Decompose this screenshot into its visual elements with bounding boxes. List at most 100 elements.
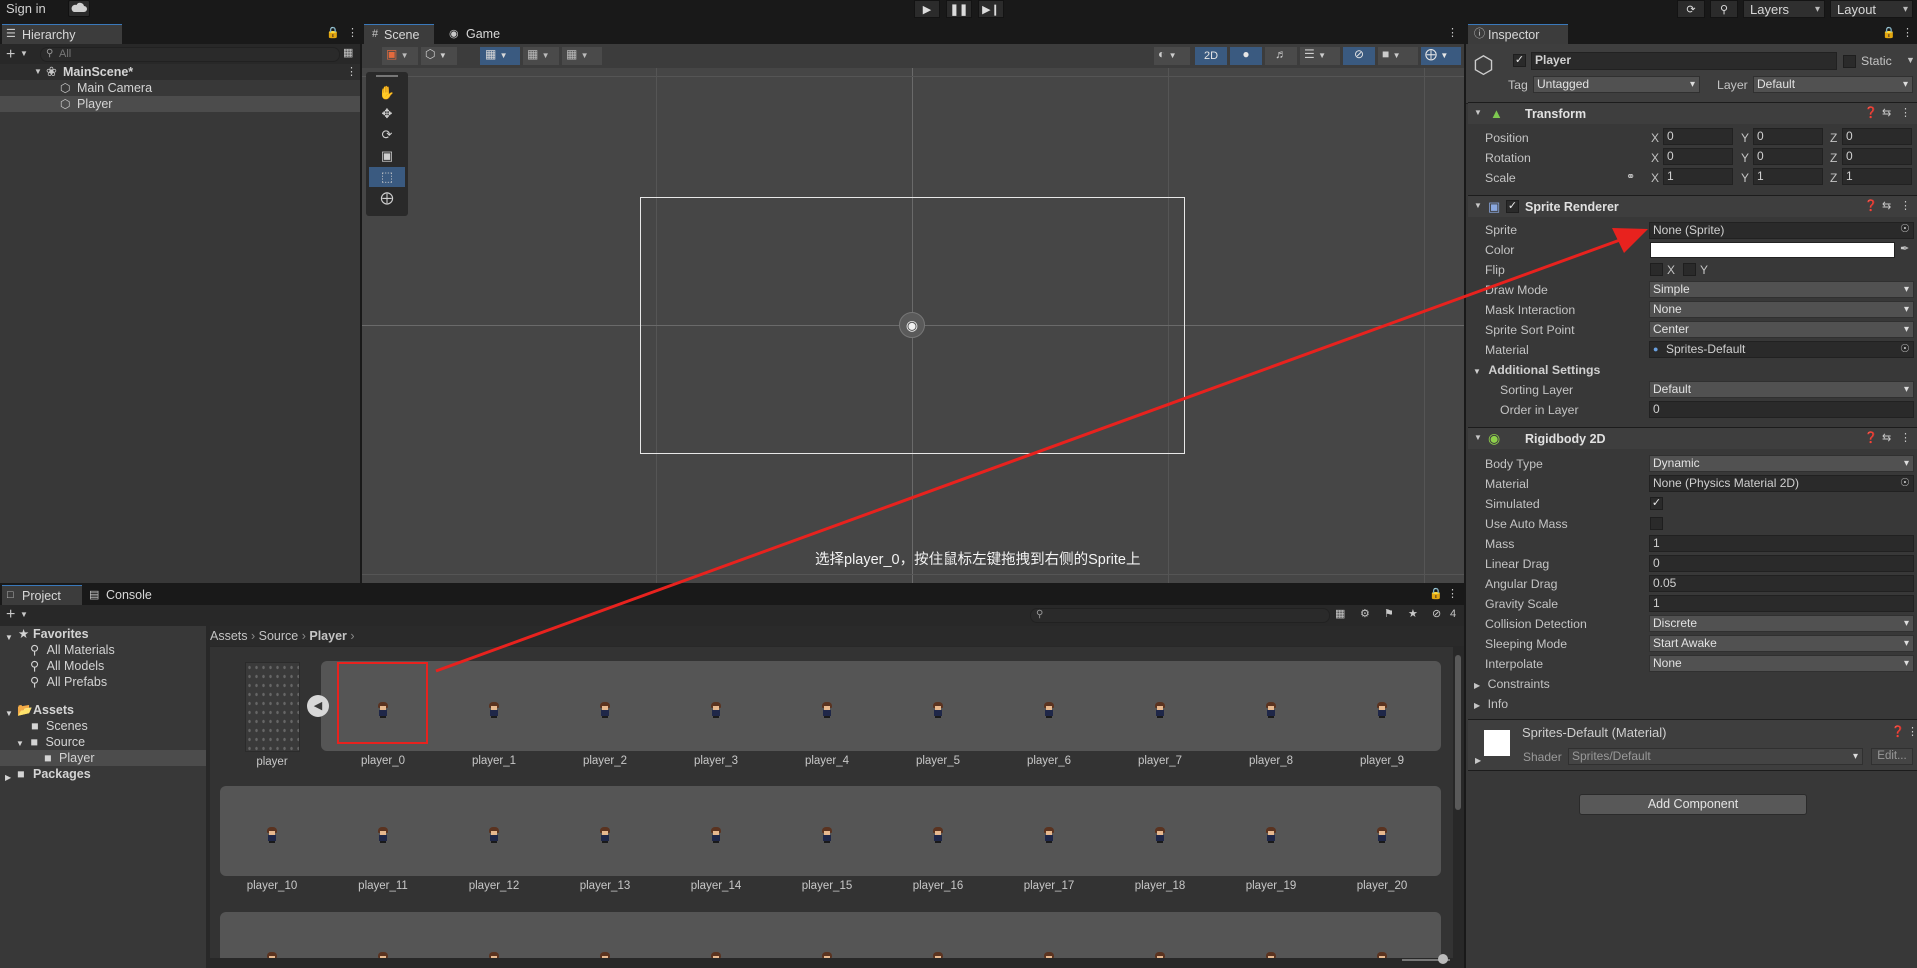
lighting-icon[interactable]: ● (1230, 47, 1262, 65)
project-scrollbar[interactable] (1455, 655, 1461, 810)
static-checkbox[interactable] (1843, 55, 1856, 68)
foldout-arrow-icon[interactable]: ▶ (1474, 681, 1480, 690)
effects-icon[interactable]: ☰ ▼ (1300, 47, 1340, 65)
angular-drag-field[interactable]: 0.05 (1649, 575, 1914, 592)
search-options-icon[interactable]: ▦ (343, 48, 353, 59)
info-foldout[interactable]: ▶ Info (1474, 697, 1508, 711)
color-swatch[interactable] (1650, 242, 1895, 258)
play-icon[interactable]: ▶ (914, 0, 940, 18)
tag-dropdown[interactable]: Untagged (1533, 76, 1700, 93)
panel-divider[interactable] (0, 583, 1464, 585)
collision-detection-dropdown[interactable]: Discrete (1649, 615, 1914, 632)
expand-arrow-icon[interactable]: ▼ (16, 739, 24, 748)
component-more-icon[interactable]: ⋮ (1907, 727, 1917, 738)
additional-settings-foldout[interactable]: ▼ Additional Settings (1473, 363, 1600, 377)
axis-label-z[interactable]: Z (1830, 131, 1837, 145)
history-icon[interactable]: ⟳ (1677, 0, 1705, 18)
axis-label-z[interactable]: Z (1830, 151, 1837, 165)
sprite-renderer-header[interactable]: ▼ ▣ ✓ Sprite Renderer ❓ ⇆ ⋮ (1468, 195, 1917, 217)
object-picker-icon[interactable]: ☉ (1900, 478, 1910, 489)
edit-shader-button[interactable]: Edit... (1871, 748, 1913, 765)
sorting-layer-dropdown[interactable]: Default (1649, 381, 1914, 398)
breadcrumb-item[interactable]: Assets (210, 629, 248, 643)
axis-label-x[interactable]: X (1651, 171, 1659, 185)
rotation-x-field[interactable]: 0 (1663, 148, 1733, 165)
render-mode-icon[interactable]: ◐ ▼ (1154, 47, 1190, 65)
hierarchy-search-input[interactable]: All (40, 47, 340, 62)
shader-dropdown[interactable]: Sprites/Default (1568, 748, 1863, 765)
object-picker-icon[interactable]: ☉ (1900, 224, 1910, 235)
layout-dropdown[interactable]: Layout (1830, 0, 1913, 18)
scene-more-icon[interactable]: ⋮ (346, 67, 357, 78)
preset-icon[interactable]: ⇆ (1882, 433, 1891, 444)
more-icon[interactable]: ⋮ (347, 28, 358, 39)
hierarchy-item-main-camera[interactable]: ⬡ Main Camera (0, 80, 360, 96)
static-dropdown-icon[interactable]: ▼ (1906, 55, 1915, 65)
interpolate-dropdown[interactable]: None (1649, 655, 1914, 672)
constrain-proportions-icon[interactable]: ⚭ (1626, 172, 1635, 183)
panel-divider[interactable] (360, 24, 362, 584)
add-icon[interactable]: + (6, 607, 15, 623)
help-icon[interactable]: ❓ (1864, 108, 1878, 119)
grid-snap-icon[interactable]: ▦ ▼ (523, 47, 559, 65)
sprite-renderer-enabled-checkbox[interactable]: ✓ (1506, 200, 1519, 213)
mask-interaction-dropdown[interactable]: None (1649, 301, 1914, 318)
axis-label-x[interactable]: X (1651, 131, 1659, 145)
search-icon[interactable]: ⚲ (1710, 0, 1738, 18)
collapse-strip-icon[interactable]: ◀ (307, 695, 329, 717)
sleeping-mode-dropdown[interactable]: Start Awake (1649, 635, 1914, 652)
body-type-dropdown[interactable]: Dynamic (1649, 455, 1914, 472)
axis-label-y[interactable]: Y (1741, 151, 1749, 165)
sprite-sort-point-dropdown[interactable]: Center (1649, 321, 1914, 338)
eyedropper-icon[interactable]: ✒ (1900, 244, 1909, 255)
preset-icon[interactable]: ⇆ (1882, 108, 1891, 119)
breadcrumb-item[interactable]: Player (309, 629, 347, 643)
position-y-field[interactable]: 0 (1753, 128, 1823, 145)
cloud-icon[interactable] (68, 0, 90, 17)
label-icon[interactable]: ⚑ (1384, 609, 1394, 620)
help-icon[interactable]: ❓ (1864, 433, 1878, 444)
rotation-y-field[interactable]: 0 (1753, 148, 1823, 165)
transform-tool-icon[interactable]: ⨁ (369, 188, 405, 208)
position-z-field[interactable]: 0 (1842, 128, 1912, 145)
scale-x-field[interactable]: 1 (1663, 168, 1733, 185)
folder-player[interactable]: ■ Player (44, 750, 94, 766)
foldout-arrow-icon[interactable]: ▼ (1473, 367, 1481, 376)
gravity-scale-field[interactable]: 1 (1649, 595, 1914, 612)
search-by-type-icon[interactable]: ▦ (1335, 609, 1345, 620)
step-icon[interactable]: ▶❙ (978, 0, 1004, 18)
scene-view[interactable]: ◉ ✋ ✥ ⟳ ▣ ⬚ ⨁ (362, 68, 1464, 583)
axis-label-y[interactable]: Y (1741, 131, 1749, 145)
rotate-tool-icon[interactable]: ⟳ (369, 125, 405, 145)
gizmos-icon[interactable]: ⨁ ▼ (1421, 47, 1461, 65)
lock-icon[interactable]: 🔒 (1429, 589, 1443, 600)
audio-icon[interactable]: ♬ (1265, 47, 1297, 65)
constraints-foldout[interactable]: ▶ Constraints (1474, 677, 1550, 691)
palette-handle[interactable] (376, 75, 398, 77)
active-checkbox[interactable]: ✓ (1513, 54, 1526, 67)
zoom-slider-thumb[interactable] (1438, 954, 1448, 964)
help-icon[interactable]: ❓ (1891, 727, 1905, 738)
camera-gizmo-icon[interactable]: ◉ (899, 312, 925, 338)
sprite-field[interactable]: None (Sprite) (1649, 222, 1914, 239)
hidden-objects-icon[interactable]: ⊘ (1343, 47, 1375, 65)
lock-icon[interactable]: 🔒 (1882, 28, 1896, 39)
add-icon[interactable]: + (6, 47, 15, 63)
add-component-button[interactable]: Add Component (1579, 794, 1807, 815)
favorite-item[interactable]: ⚲ All Prefabs (30, 674, 107, 690)
rect-tool-icon[interactable]: ⬚ (369, 167, 405, 187)
camera-icon[interactable]: ■ ▼ (1378, 47, 1418, 65)
rb-material-field[interactable]: None (Physics Material 2D) (1649, 475, 1914, 492)
more-icon[interactable]: ⋮ (1902, 28, 1913, 39)
foldout-arrow-icon[interactable]: ▼ (1474, 434, 1482, 442)
scale-z-field[interactable]: 1 (1842, 168, 1912, 185)
object-name-field[interactable]: Player (1531, 52, 1837, 70)
move-tool-icon[interactable]: ✥ (369, 104, 405, 124)
gizmo-cube-icon[interactable]: ⬡ ▼ (421, 47, 457, 65)
more-icon[interactable]: ⋮ (1447, 589, 1458, 600)
axis-label-x[interactable]: X (1651, 151, 1659, 165)
sprite-sheet-thumbnail[interactable] (245, 662, 300, 752)
material-field[interactable]: ● Sprites-Default (1649, 341, 1914, 358)
tab-project[interactable]: Project (2, 585, 82, 605)
tab-hierarchy[interactable]: Hierarchy (2, 24, 122, 44)
